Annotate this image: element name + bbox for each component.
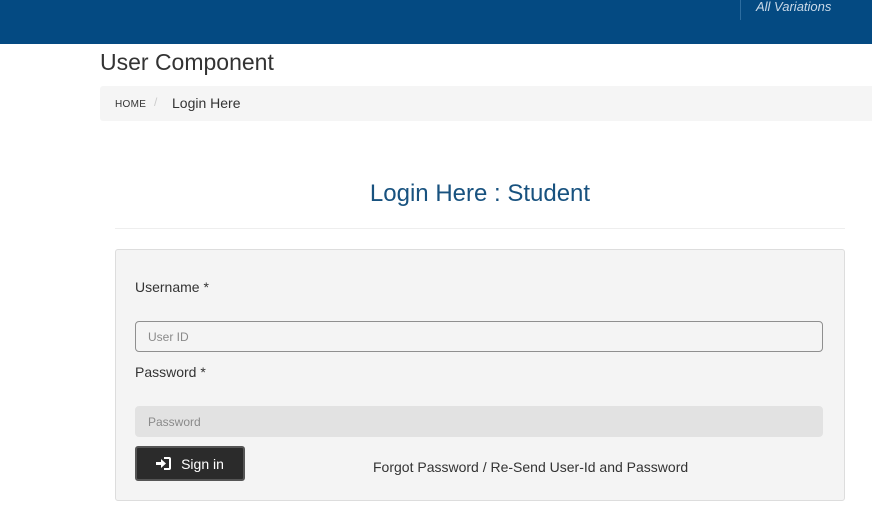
sign-in-icon [156, 457, 172, 470]
top-navbar: All Variations [0, 0, 872, 44]
username-label: Username * [135, 279, 209, 295]
breadcrumb-separator: / [154, 95, 158, 109]
sign-in-label: Sign in [181, 455, 224, 472]
breadcrumb: HOME / Login Here [100, 86, 872, 121]
login-panel: Username * Password * Sign in Forgot Pas… [115, 249, 845, 501]
breadcrumb-current: Login Here [172, 95, 241, 111]
password-input[interactable] [135, 406, 823, 437]
forgot-password-link[interactable]: Forgot Password / Re-Send User-Id and Pa… [373, 459, 688, 475]
username-input[interactable] [135, 321, 823, 352]
login-heading: Login Here : Student [369, 180, 591, 207]
page-title: User Component [100, 49, 274, 75]
sign-in-button[interactable]: Sign in [135, 446, 245, 481]
all-variations-link[interactable]: All Variations [756, 0, 831, 14]
heading-divider [115, 228, 845, 229]
password-label: Password * [135, 364, 206, 380]
navbar-divider [740, 0, 741, 20]
breadcrumb-home-link[interactable]: HOME [115, 99, 146, 110]
